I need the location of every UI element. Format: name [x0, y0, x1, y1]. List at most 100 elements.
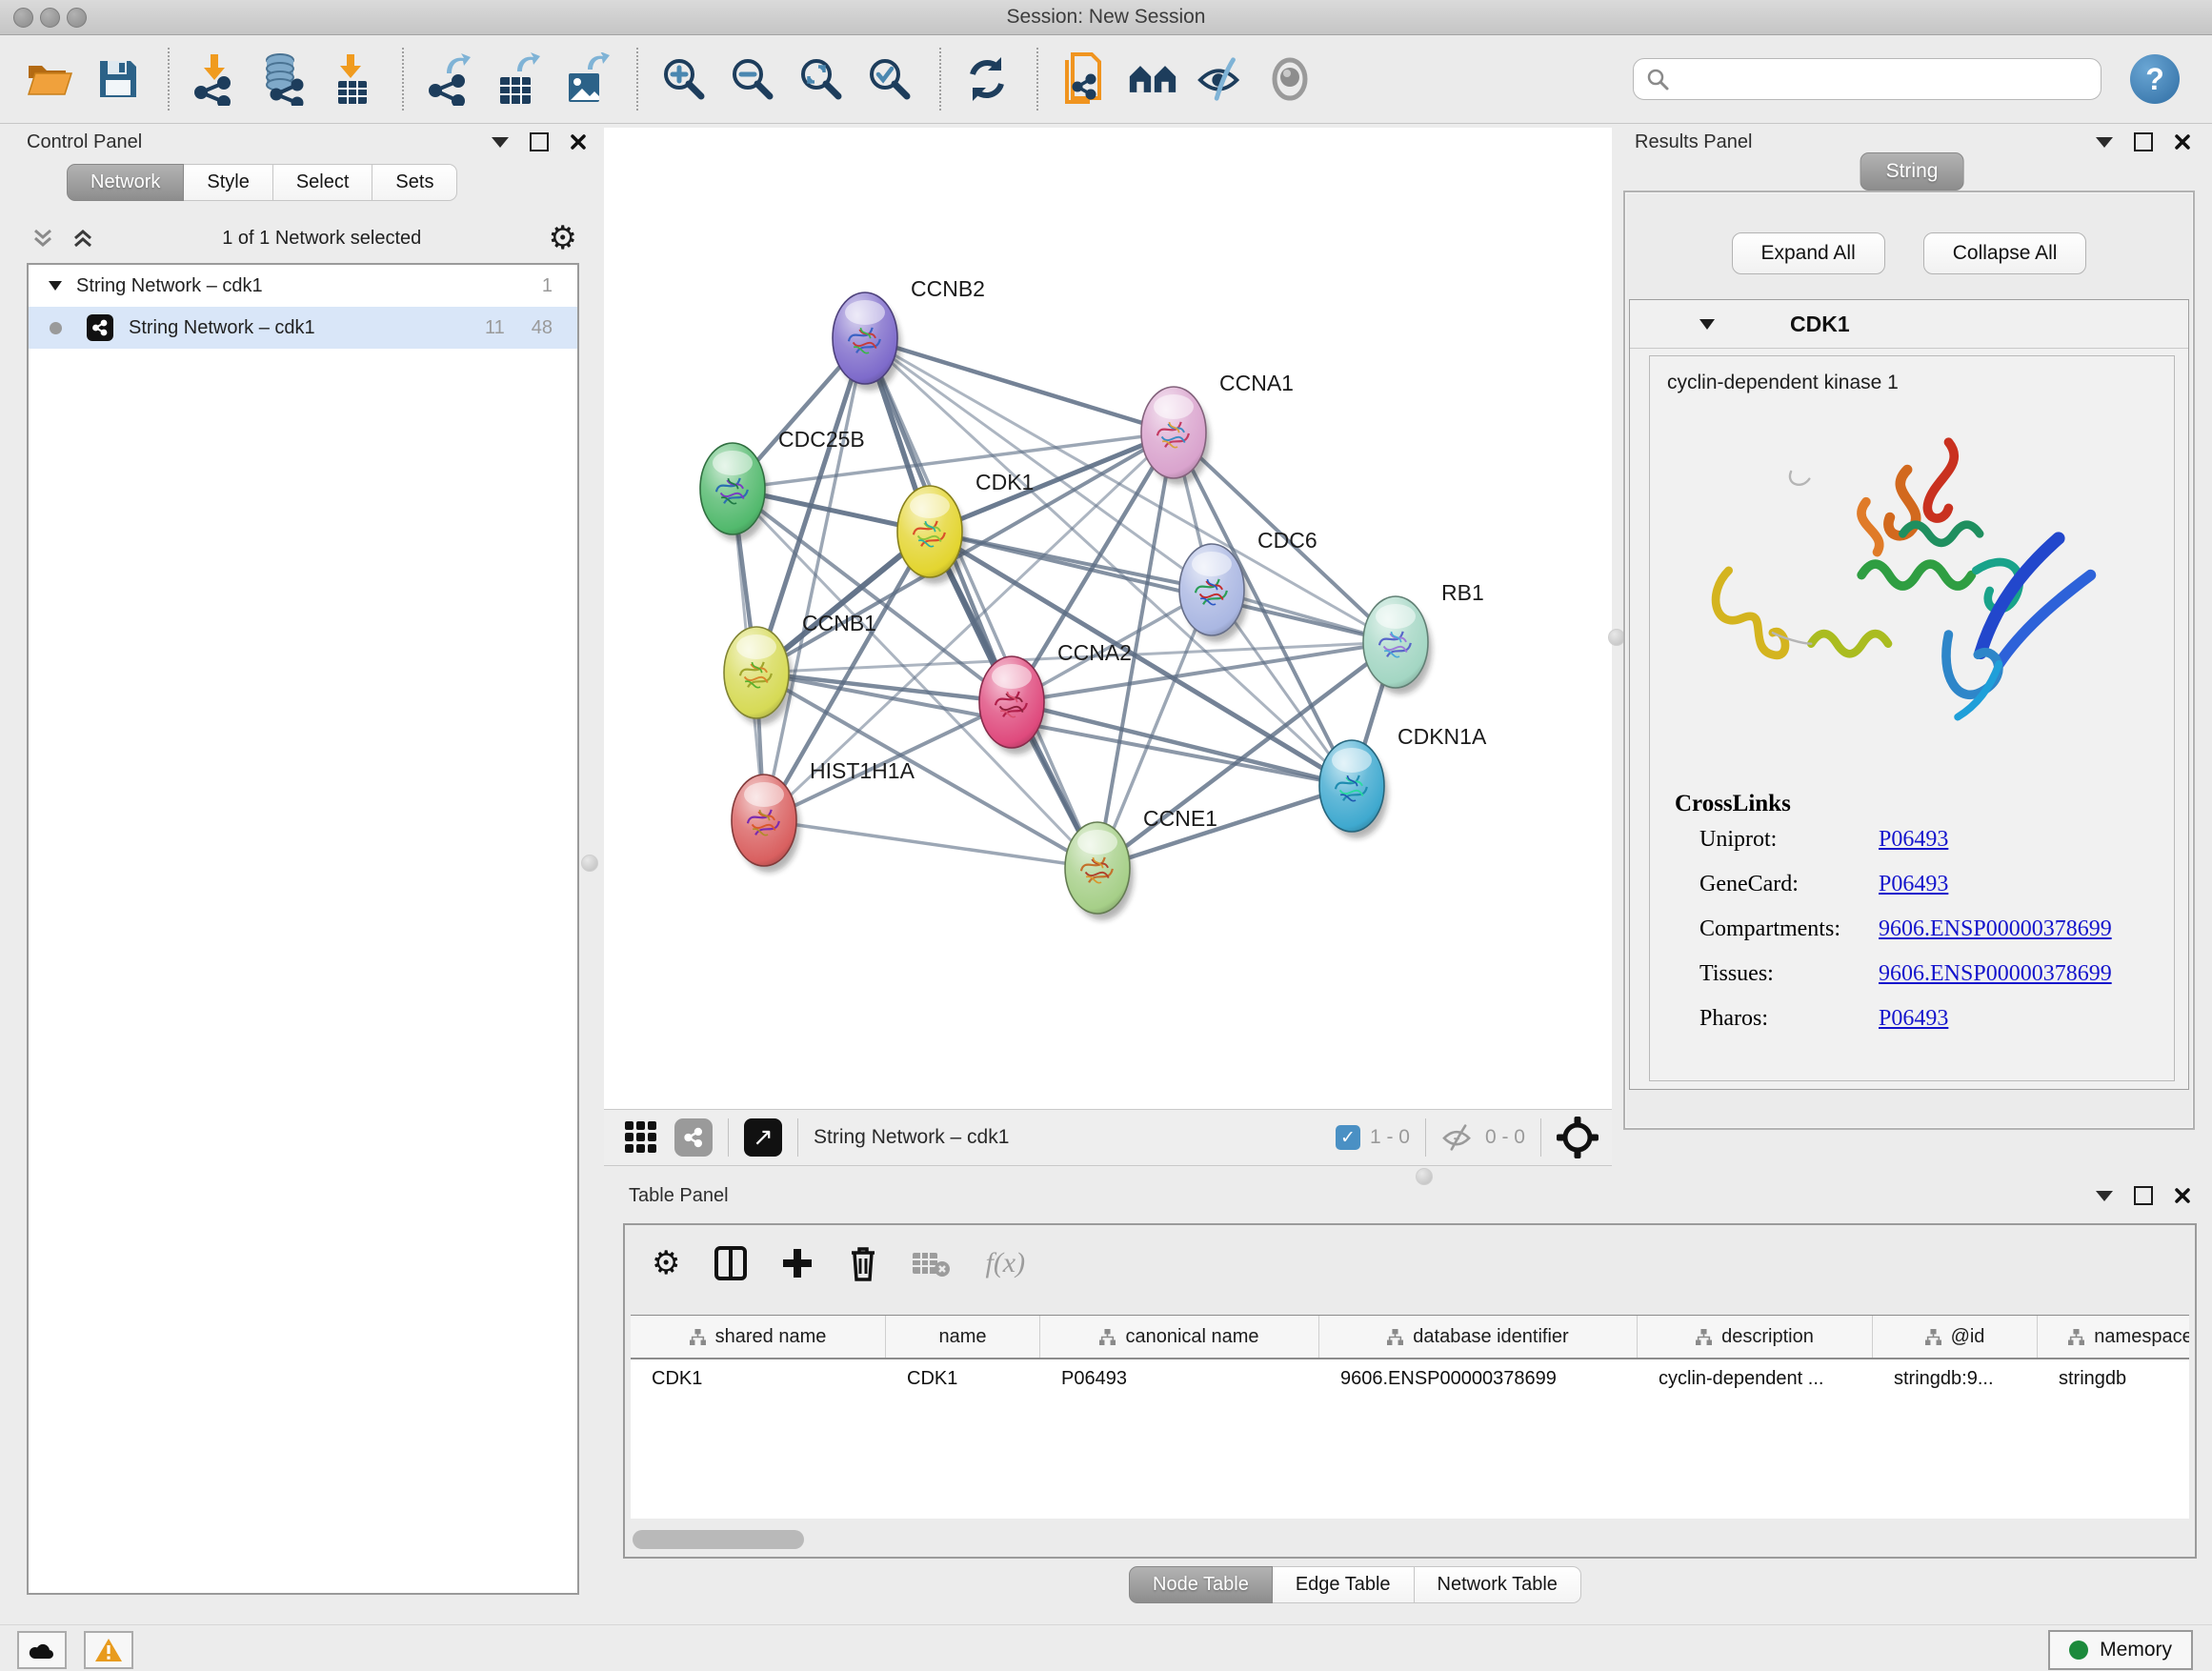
zoom-fit-button[interactable]	[796, 50, 846, 108]
crosslink-link[interactable]: P06493	[1879, 827, 1948, 853]
crosslink-link[interactable]: 9606.ENSP00000378699	[1879, 961, 2112, 987]
import-table-button[interactable]	[328, 50, 377, 108]
edge-CCNB2-CCNE1[interactable]	[865, 338, 1097, 868]
panel-float-button[interactable]	[2134, 132, 2153, 151]
crosslink-link[interactable]: 9606.ENSP00000378699	[1879, 916, 2112, 942]
panel-close-icon[interactable]	[570, 133, 587, 151]
panel-close-icon[interactable]	[2174, 133, 2191, 151]
node-CCNE1[interactable]: CCNE1	[1065, 806, 1217, 920]
node-HIST1H1A[interactable]: HIST1H1A	[732, 758, 915, 873]
string-network-graph[interactable]: CCNB2CCNA1CDC25BCDK1CDC6RB1CCNB1CCNA2CDK…	[604, 128, 1612, 1109]
column-header-namespace[interactable]: namespace	[2038, 1316, 2189, 1358]
selected-checkbox-icon[interactable]: ✓	[1336, 1125, 1360, 1150]
import-network-icon	[191, 52, 239, 106]
column-header-name[interactable]: name	[886, 1316, 1040, 1358]
node-CCNB2[interactable]: CCNB2	[833, 276, 985, 391]
delete-table-icon[interactable]	[913, 1249, 951, 1278]
column-header-shared-name[interactable]: shared name	[631, 1316, 886, 1358]
table-cell[interactable]: P06493	[1040, 1359, 1319, 1398]
column-header-canonical-name[interactable]: canonical name	[1040, 1316, 1319, 1358]
left-splitter-handle[interactable]	[581, 855, 598, 872]
column-header--id[interactable]: @id	[1873, 1316, 2038, 1358]
tab-edge-table[interactable]: Edge Table	[1273, 1566, 1415, 1603]
edge-HIST1H1A-CCNE1[interactable]	[764, 820, 1097, 868]
panel-menu-icon[interactable]	[2096, 137, 2113, 148]
protein-section-header[interactable]: CDK1	[1630, 300, 2188, 349]
zoom-selected-button[interactable]	[865, 50, 915, 108]
network-overview-icon[interactable]	[674, 1118, 713, 1157]
edge-CDKN1A-CCNE1[interactable]	[1097, 786, 1352, 868]
network-row[interactable]: String Network – cdk1 11 48	[29, 307, 577, 349]
table-row[interactable]: CDK1CDK1P064939606.ENSP00000378699cyclin…	[631, 1359, 2189, 1398]
export-table-button[interactable]	[493, 50, 543, 108]
node-RB1[interactable]: RB1	[1363, 580, 1484, 695]
export-network-button[interactable]	[425, 50, 474, 108]
node-CDKN1A[interactable]: CDKN1A	[1319, 724, 1487, 838]
column-header-database-identifier[interactable]: database identifier	[1319, 1316, 1638, 1358]
detach-view-button[interactable]: ↗	[744, 1118, 782, 1157]
crosslink-link[interactable]: P06493	[1879, 872, 1948, 897]
panel-float-button[interactable]	[2134, 1186, 2153, 1205]
tree-expand-icon[interactable]	[48, 280, 63, 292]
columns-icon[interactable]	[714, 1246, 747, 1280]
delete-icon[interactable]	[848, 1245, 878, 1281]
export-image-button[interactable]	[562, 50, 612, 108]
tab-select[interactable]: Select	[273, 164, 373, 201]
crosslink-link[interactable]: P06493	[1879, 1006, 1948, 1032]
import-network-button[interactable]	[191, 50, 240, 108]
edge-CDK1-RB1[interactable]	[930, 532, 1396, 642]
tab-network[interactable]: Network	[67, 164, 184, 201]
column-header-description[interactable]: description	[1638, 1316, 1873, 1358]
help-button[interactable]: ?	[2130, 54, 2180, 104]
birdseye-crosshair-icon[interactable]	[1557, 1117, 1599, 1158]
panel-menu-icon[interactable]	[492, 137, 509, 148]
zoom-out-button[interactable]	[728, 50, 777, 108]
table-cell[interactable]: stringdb:9...	[1873, 1359, 2038, 1398]
add-column-icon[interactable]	[781, 1247, 814, 1279]
warnings-button[interactable]	[84, 1631, 133, 1669]
panel-close-icon[interactable]	[2174, 1187, 2191, 1204]
show-graphics-details-button[interactable]	[1265, 50, 1315, 108]
refresh-button[interactable]	[962, 50, 1012, 108]
panel-menu-icon[interactable]	[2096, 1191, 2113, 1201]
table-cell[interactable]: cyclin-dependent ...	[1638, 1359, 1873, 1398]
table-cell[interactable]: CDK1	[631, 1359, 886, 1398]
edge-CCNB2-CCNA1[interactable]	[865, 338, 1174, 433]
expand-all-icon[interactable]	[70, 226, 95, 251]
table-cell[interactable]: 9606.ENSP00000378699	[1319, 1359, 1638, 1398]
zoom-in-button[interactable]	[659, 50, 709, 108]
network-edges[interactable]	[733, 338, 1396, 868]
memory-button[interactable]: Memory	[2048, 1630, 2193, 1670]
collapse-all-button[interactable]: Collapse All	[1923, 232, 2087, 274]
tab-sets[interactable]: Sets	[372, 164, 457, 201]
table-horizontal-scrollbar[interactable]	[633, 1530, 804, 1549]
panel-float-button[interactable]	[530, 132, 549, 151]
tab-node-table[interactable]: Node Table	[1129, 1566, 1273, 1603]
hide-annotations-button[interactable]	[1196, 50, 1246, 108]
import-database-button[interactable]	[259, 50, 309, 108]
gear-icon[interactable]: ⚙	[549, 222, 577, 254]
open-session-button[interactable]	[25, 50, 74, 108]
grid-view-icon[interactable]	[625, 1121, 657, 1154]
save-session-button[interactable]	[93, 50, 143, 108]
expand-all-button[interactable]: Expand All	[1732, 232, 1885, 274]
node-CCNA1[interactable]: CCNA1	[1141, 371, 1294, 485]
network-canvas[interactable]: CCNB2CCNA1CDC25BCDK1CDC6RB1CCNB1CCNA2CDK…	[604, 128, 1612, 1109]
results-panel: Results Panel String Expand All Collapse…	[1619, 128, 2204, 1132]
search-input[interactable]	[1670, 68, 2089, 91]
cloud-status-button[interactable]	[17, 1631, 67, 1669]
show-all-networks-button[interactable]	[1128, 50, 1177, 108]
tab-style[interactable]: Style	[184, 164, 272, 201]
open-folder-icon	[26, 58, 73, 100]
search-box[interactable]	[1633, 58, 2101, 100]
tab-network-table[interactable]: Network Table	[1415, 1566, 1581, 1603]
section-collapse-icon[interactable]	[1699, 318, 1716, 331]
table-cell[interactable]: CDK1	[886, 1359, 1040, 1398]
table-gear-icon[interactable]: ⚙	[652, 1247, 680, 1279]
collapse-all-icon[interactable]	[30, 226, 55, 251]
copy-network-button[interactable]	[1059, 50, 1109, 108]
network-collection-row[interactable]: String Network – cdk1 1	[29, 265, 577, 307]
function-builder-icon[interactable]: f(x)	[985, 1247, 1025, 1279]
table-cell[interactable]: stringdb	[2038, 1359, 2189, 1398]
tab-string[interactable]: String	[1860, 152, 1964, 191]
